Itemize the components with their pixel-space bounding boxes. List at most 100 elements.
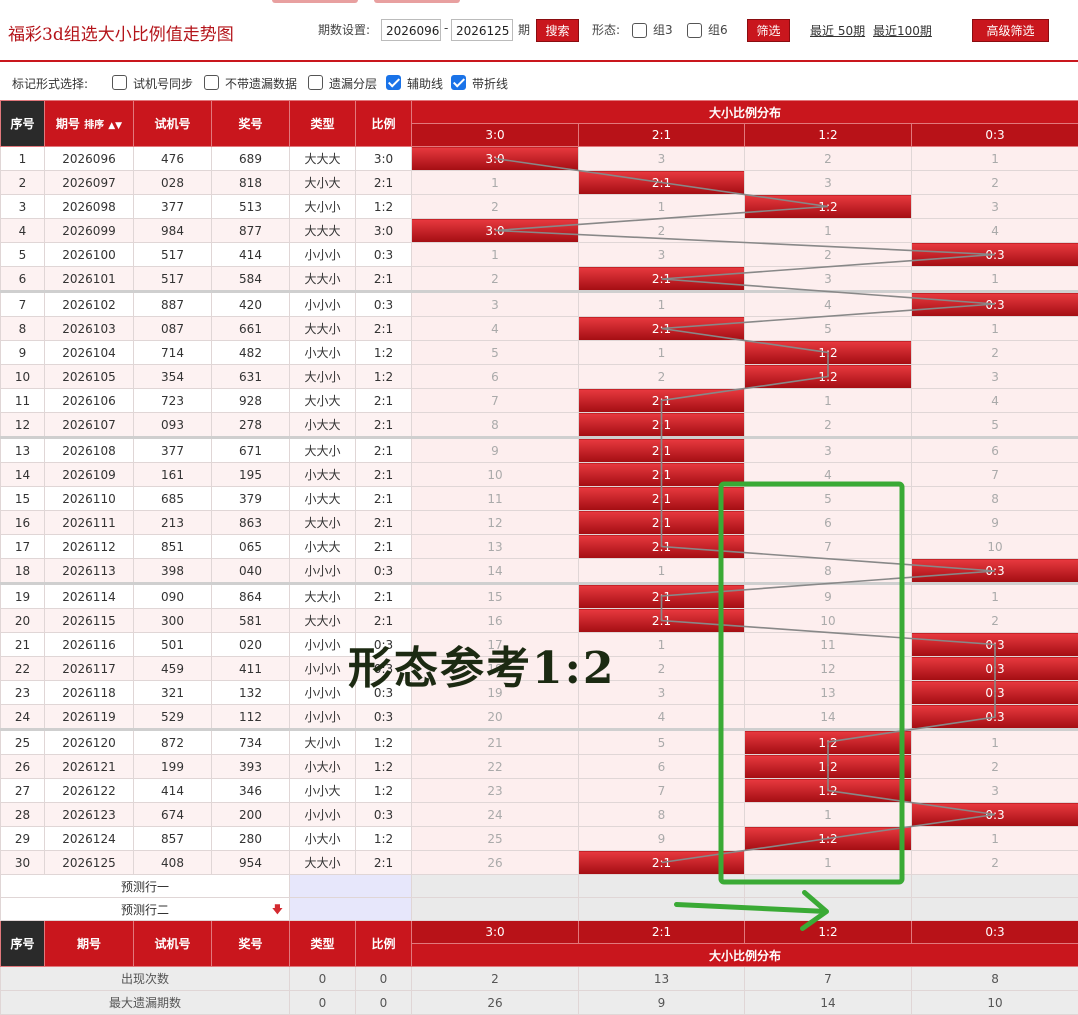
table-row: 192026114090864大大小2:1152:191 bbox=[1, 584, 1078, 609]
predict-cell[interactable] bbox=[579, 898, 745, 921]
cell-type: 小大小 bbox=[290, 827, 356, 851]
miss-layer-checkbox[interactable] bbox=[308, 75, 323, 90]
dist-hit-cell: 0:3 bbox=[912, 657, 1078, 681]
cell-type: 大小大 bbox=[290, 171, 356, 195]
dist-miss-cell: 26 bbox=[412, 851, 579, 875]
predict-cell[interactable] bbox=[912, 875, 1078, 898]
period-from-input[interactable]: 2026096 bbox=[381, 19, 441, 41]
predict-cell[interactable] bbox=[290, 898, 412, 921]
period-unit: 期 bbox=[518, 21, 530, 38]
cell-trial: 408 bbox=[134, 851, 212, 875]
cell-draw: 818 bbox=[212, 171, 290, 195]
dist-miss-cell: 2 bbox=[412, 195, 579, 219]
predict-cell[interactable] bbox=[912, 898, 1078, 921]
table-row: 252026120872734大小小1:22151:21 bbox=[1, 730, 1078, 755]
dist-hit-cell: 0:3 bbox=[912, 803, 1078, 827]
dist-hit-cell: 2:1 bbox=[579, 609, 745, 633]
filter-button[interactable]: 筛选 bbox=[747, 19, 790, 42]
no-miss-data-label: 不带遗漏数据 bbox=[225, 75, 297, 92]
predict-cell[interactable] bbox=[290, 875, 412, 898]
dist-miss-cell: 1 bbox=[745, 219, 912, 243]
dist-miss-cell: 1 bbox=[912, 317, 1078, 341]
dist-miss-cell: 3 bbox=[412, 292, 579, 317]
col-dist-21: 2:1 bbox=[579, 124, 745, 147]
cell-draw: 877 bbox=[212, 219, 290, 243]
group3-checkbox[interactable] bbox=[632, 23, 647, 38]
predict-cell[interactable] bbox=[412, 898, 579, 921]
dist-hit-cell: 2:1 bbox=[579, 389, 745, 413]
cell-period: 2026112 bbox=[45, 535, 134, 559]
cell-period: 2026106 bbox=[45, 389, 134, 413]
dist-miss-cell: 11 bbox=[412, 487, 579, 511]
dist-miss-cell: 1 bbox=[912, 584, 1078, 609]
table-row: 122026107093278小大大2:182:125 bbox=[1, 413, 1078, 438]
dist-miss-cell: 4 bbox=[745, 463, 912, 487]
cell-ratio: 2:1 bbox=[356, 584, 412, 609]
cell-type: 大小大 bbox=[290, 389, 356, 413]
sort-button[interactable]: 排序 bbox=[84, 120, 104, 131]
group6-checkbox[interactable] bbox=[687, 23, 702, 38]
fold-line-checkbox[interactable] bbox=[451, 75, 466, 90]
advanced-filter-button[interactable]: 高级筛选 bbox=[972, 19, 1049, 42]
cell-type: 大大小 bbox=[290, 267, 356, 292]
predict-row-2-label[interactable]: 预测行二 🡇 bbox=[1, 898, 290, 921]
cell-trial: 459 bbox=[134, 657, 212, 681]
dist-hit-cell: 1:2 bbox=[745, 341, 912, 365]
cell-type: 大大小 bbox=[290, 438, 356, 463]
cell-ratio: 2:1 bbox=[356, 487, 412, 511]
no-miss-data-checkbox[interactable] bbox=[204, 75, 219, 90]
predict-cell[interactable] bbox=[579, 875, 745, 898]
mark-options-label: 标记形式选择: bbox=[12, 75, 88, 92]
dist-miss-cell: 10 bbox=[912, 535, 1078, 559]
stat-count-value: 13 bbox=[579, 967, 745, 991]
dist-miss-cell: 3 bbox=[912, 195, 1078, 219]
foot-col-draw: 奖号 bbox=[212, 921, 290, 967]
cell-seq: 7 bbox=[1, 292, 45, 317]
dist-miss-cell: 3 bbox=[579, 147, 745, 171]
cell-trial: 501 bbox=[134, 633, 212, 657]
sort-arrow-icon[interactable]: ▲▼ bbox=[108, 121, 122, 131]
table-row: 52026100517414小小小0:31320:3 bbox=[1, 243, 1078, 267]
predict-row-1-label[interactable]: 预测行一 bbox=[1, 875, 290, 898]
arrow-down-icon[interactable]: 🡇 bbox=[272, 901, 283, 920]
col-period[interactable]: 期号 排序 ▲▼ bbox=[45, 101, 134, 147]
dist-hit-cell: 2:1 bbox=[579, 267, 745, 292]
stat-maxmiss-value: 10 bbox=[912, 991, 1078, 1015]
recent-50-link[interactable]: 最近 50期 bbox=[810, 22, 865, 39]
cell-type: 小小小 bbox=[290, 633, 356, 657]
cell-seq: 14 bbox=[1, 463, 45, 487]
dist-miss-cell: 8 bbox=[745, 559, 912, 584]
predict-cell[interactable] bbox=[745, 898, 912, 921]
cell-type: 小大小 bbox=[290, 341, 356, 365]
cell-draw: 581 bbox=[212, 609, 290, 633]
table-row: 292026124857280小大小1:22591:21 bbox=[1, 827, 1078, 851]
dist-miss-cell: 1 bbox=[745, 851, 912, 875]
dist-miss-cell: 3 bbox=[912, 365, 1078, 389]
predict-cell[interactable] bbox=[745, 875, 912, 898]
trial-sync-checkbox[interactable] bbox=[112, 75, 127, 90]
cell-seq: 23 bbox=[1, 681, 45, 705]
period-to-input[interactable]: 2026125 bbox=[451, 19, 513, 41]
dist-miss-cell: 2 bbox=[912, 341, 1078, 365]
table-row: 162026111213863大大小2:1122:169 bbox=[1, 511, 1078, 535]
cell-period: 2026113 bbox=[45, 559, 134, 584]
search-button[interactable]: 搜索 bbox=[536, 19, 579, 42]
aux-line-checkbox[interactable] bbox=[386, 75, 401, 90]
dist-miss-cell: 2 bbox=[579, 219, 745, 243]
cell-trial: 414 bbox=[134, 779, 212, 803]
cell-period: 2026105 bbox=[45, 365, 134, 389]
stat-maxmiss-value: 9 bbox=[579, 991, 745, 1015]
dist-hit-cell: 1:2 bbox=[745, 365, 912, 389]
predict-cell[interactable] bbox=[412, 875, 579, 898]
cell-trial: 714 bbox=[134, 341, 212, 365]
cell-type: 小小大 bbox=[290, 779, 356, 803]
recent-100-link[interactable]: 最近100期 bbox=[873, 22, 932, 39]
cell-trial: 093 bbox=[134, 413, 212, 438]
cell-period: 2026109 bbox=[45, 463, 134, 487]
cell-seq: 17 bbox=[1, 535, 45, 559]
dist-miss-cell: 5 bbox=[912, 413, 1078, 438]
cell-draw: 671 bbox=[212, 438, 290, 463]
col-period-label: 期号 bbox=[56, 117, 80, 131]
cell-seq: 29 bbox=[1, 827, 45, 851]
mark-options-bar: 标记形式选择: 试机号同步 不带遗漏数据 遗漏分层 辅助线 带折线 bbox=[0, 66, 1078, 100]
